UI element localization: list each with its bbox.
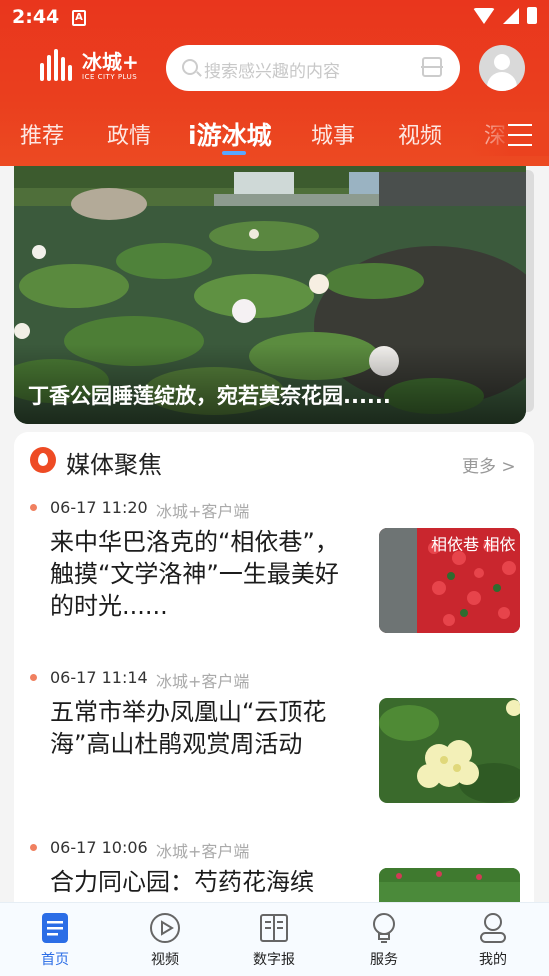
logo-subtitle: ICE CITY PLUS [82, 72, 138, 81]
news-thumbnail[interactable]: 相依巷 相依 [379, 528, 520, 633]
more-link[interactable]: 更多 > [462, 452, 516, 477]
search-icon [182, 59, 198, 75]
tab-city[interactable]: 城事 [311, 118, 355, 150]
tab-i-tour-harbin[interactable]: i游冰城 [188, 116, 272, 152]
banner-caption[interactable]: 丁香公园睡莲绽放，宛若莫奈花园...... [28, 380, 391, 410]
bottom-navigation: 首页 视频 数字报 服务 我的 [0, 902, 549, 976]
thumb-sign-text: 相依巷 相依 [431, 536, 515, 554]
news-headline[interactable]: 合力同心园：芍药花海缤 [50, 866, 350, 898]
battery-icon [527, 7, 537, 24]
logo-plus: + [122, 49, 139, 74]
search-bar[interactable]: 搜索感兴趣的内容 [166, 45, 460, 91]
newspaper-icon [258, 911, 290, 945]
play-icon [149, 911, 181, 945]
list-item[interactable]: 06-17 11:14 冰城+客户端 五常市举办凤凰山“云顶花海”高山杜鹃观赏周… [14, 668, 534, 828]
nav-digital-paper[interactable]: 数字报 [234, 911, 314, 969]
active-tab-indicator [222, 151, 246, 155]
media-focus-card: 媒体聚焦 更多 > 06-17 11:20 冰城+客户端 来中华巴洛克的“相依巷… [14, 432, 534, 976]
news-time: 06-17 10:06 [50, 838, 148, 857]
channel-menu-icon[interactable] [508, 124, 532, 146]
news-source: 冰城+客户端 [156, 502, 250, 521]
news-thumbnail[interactable] [379, 698, 520, 803]
list-item[interactable]: 06-17 11:20 冰城+客户端 来中华巴洛克的“相依巷”，触摸“文学洛神”… [14, 498, 534, 658]
scan-icon[interactable] [421, 57, 443, 77]
nav-video[interactable]: 视频 [125, 911, 205, 969]
news-source: 冰城+客户端 [156, 672, 250, 691]
featured-banner[interactable]: 丁香公园睡莲绽放，宛若莫奈花园...... [14, 166, 526, 424]
nav-label: 服务 [370, 952, 398, 968]
logo-mark-icon [38, 47, 76, 85]
status-time: 2:44 [12, 6, 60, 28]
nav-mine[interactable]: 我的 [453, 911, 533, 969]
user-icon [477, 911, 509, 945]
nav-label: 视频 [151, 952, 179, 968]
channel-tabs: 推荐 政情 i游冰城 城事 视频 深 [0, 112, 549, 156]
tab-recommend[interactable]: 推荐 [20, 118, 64, 150]
user-avatar[interactable] [479, 45, 525, 91]
status-icons [473, 7, 537, 24]
notification-a-icon: A [72, 10, 86, 26]
logo-name: 冰城 [82, 49, 122, 74]
tab-politics[interactable]: 政情 [107, 118, 151, 150]
search-input[interactable]: 搜索感兴趣的内容 [204, 57, 340, 82]
nav-label: 数字报 [253, 952, 295, 968]
nav-services[interactable]: 服务 [344, 911, 424, 969]
signal-icon [503, 7, 519, 24]
tab-video[interactable]: 视频 [398, 118, 442, 150]
nav-label: 我的 [479, 952, 507, 968]
news-time: 06-17 11:14 [50, 668, 148, 687]
nav-label: 首页 [41, 952, 69, 968]
flame-icon [30, 447, 56, 473]
news-headline[interactable]: 来中华巴洛克的“相依巷”，触摸“文学洛神”一生最美好的时光...... [50, 526, 350, 622]
home-doc-icon [39, 911, 71, 945]
nav-home[interactable]: 首页 [15, 911, 95, 969]
news-source: 冰城+客户端 [156, 842, 250, 861]
lightbulb-icon [368, 911, 400, 945]
wifi-icon [473, 7, 495, 24]
app-logo[interactable]: 冰城+ ICE CITY PLUS [38, 47, 139, 85]
app-header: 2:44 A 冰城+ ICE CITY PLUS 搜索感兴趣的内容 推荐 政情 [0, 0, 549, 166]
news-time: 06-17 11:20 [50, 498, 148, 517]
section-title: 媒体聚焦 [66, 451, 162, 479]
status-bar: 2:44 A [0, 0, 549, 36]
news-headline[interactable]: 五常市举办凤凰山“云顶花海”高山杜鹃观赏周活动 [50, 696, 350, 760]
